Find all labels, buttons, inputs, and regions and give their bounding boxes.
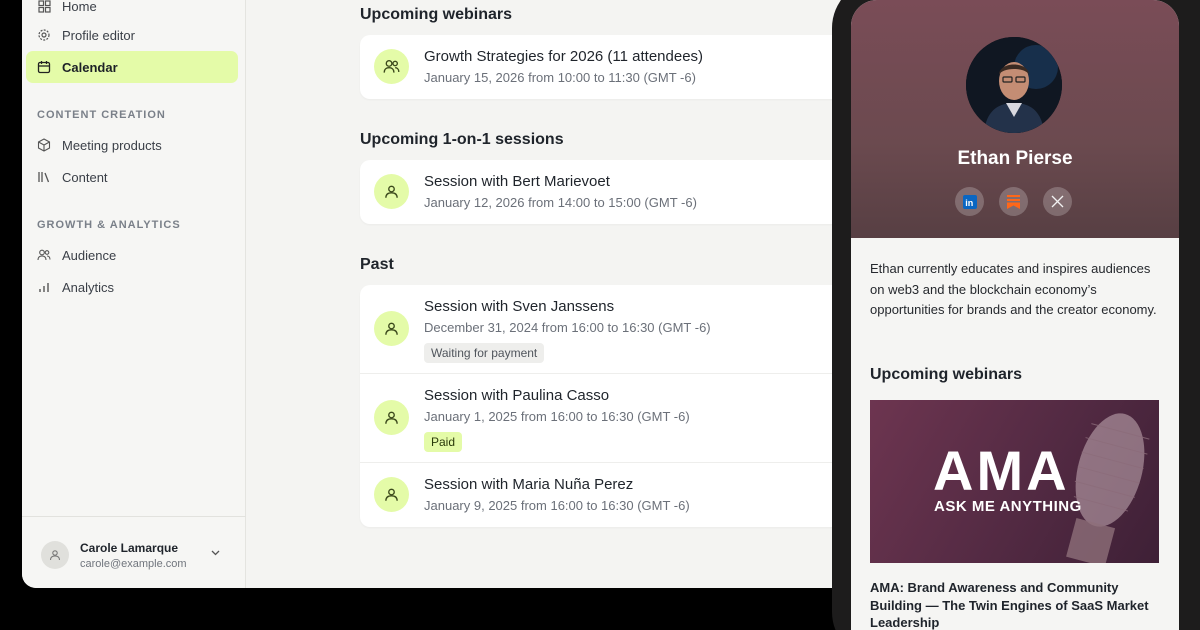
phone-webinars-title: Upcoming webinars xyxy=(870,366,1023,383)
sidebar-item-analytics[interactable]: Analytics xyxy=(26,271,238,303)
sidebar-item-label: Analytics xyxy=(62,279,115,295)
section-growth-analytics: GROWTH & ANALYTICS xyxy=(37,219,181,231)
user-icon xyxy=(374,400,409,435)
user-name: Carole Lamarque xyxy=(80,541,179,555)
user-menu[interactable]: Carole Lamarque carole@example.com xyxy=(22,516,246,588)
phone-screen: Ethan Pierse in Ethan currently educates… xyxy=(851,0,1179,630)
webinar-image-title: AMA xyxy=(933,439,1070,502)
item-time: January 9, 2025 from 16:00 to 16:30 (GMT… xyxy=(424,498,690,513)
profile-name: Ethan Pierse xyxy=(957,148,1073,169)
library-icon xyxy=(37,170,51,184)
sidebar-item-label: Home xyxy=(62,0,97,14)
user-icon xyxy=(374,477,409,512)
avatar xyxy=(41,541,69,569)
users-icon xyxy=(374,49,409,84)
users-icon xyxy=(37,248,51,262)
list-item[interactable]: Session with Bert Marievoet January 12, … xyxy=(360,160,860,224)
user-icon xyxy=(374,174,409,209)
user-icon xyxy=(374,311,409,346)
list-item[interactable]: Session with Sven Janssens December 31, … xyxy=(360,285,860,374)
user-icon xyxy=(49,550,61,561)
list-item[interactable]: Growth Strategies for 2026 (11 attendees… xyxy=(360,35,860,99)
chevron-down-icon[interactable] xyxy=(210,547,221,558)
item-time: January 12, 2026 from 14:00 to 15:00 (GM… xyxy=(424,195,697,210)
upcoming-sessions-title: Upcoming 1-on-1 sessions xyxy=(360,131,564,148)
x-icon[interactable] xyxy=(1043,187,1072,216)
item-time: December 31, 2024 from 16:00 to 16:30 (G… xyxy=(424,320,711,335)
upcoming-webinars-title: Upcoming webinars xyxy=(360,6,513,23)
webinar-cover-image[interactable]: AMA ASK ME ANYTHING xyxy=(870,400,1159,563)
sidebar-item-calendar[interactable]: Calendar xyxy=(26,51,238,83)
sessions-card: Session with Bert Marievoet January 12, … xyxy=(360,160,860,224)
sidebar-item-profile-editor[interactable]: Profile editor xyxy=(26,19,238,51)
substack-icon[interactable] xyxy=(999,187,1028,216)
sidebar-item-audience[interactable]: Audience xyxy=(26,239,238,271)
svg-text:in: in xyxy=(965,198,973,208)
past-card: Session with Sven Janssens December 31, … xyxy=(360,285,860,527)
sidebar-item-label: Profile editor xyxy=(62,27,135,43)
webinar-image-subtitle: ASK ME ANYTHING xyxy=(934,498,1082,515)
sidebar-item-meeting-products[interactable]: Meeting products xyxy=(26,129,238,161)
sidebar: Home Profile editor Calendar CONTENT CRE… xyxy=(22,0,246,588)
sidebar-item-label: Calendar xyxy=(62,59,118,75)
sidebar-item-label: Content xyxy=(62,169,108,185)
profile-header: Ethan Pierse in xyxy=(851,0,1179,238)
calendar-icon xyxy=(37,60,51,74)
bar-chart-icon xyxy=(37,280,51,294)
sidebar-item-content[interactable]: Content xyxy=(26,161,238,193)
item-title: Growth Strategies for 2026 (11 attendees… xyxy=(424,48,704,65)
item-time: January 15, 2026 from 10:00 to 11:30 (GM… xyxy=(424,70,696,85)
gear-icon xyxy=(37,28,51,42)
past-title: Past xyxy=(360,256,394,273)
user-email: carole@example.com xyxy=(80,558,187,570)
sidebar-item-label: Meeting products xyxy=(62,137,162,153)
status-badge: Paid xyxy=(424,432,463,452)
webinar-title[interactable]: AMA: Brand Awareness and Community Build… xyxy=(870,579,1162,630)
webinars-card: Growth Strategies for 2026 (11 attendees… xyxy=(360,35,860,99)
status-badge: Waiting for payment xyxy=(424,343,545,363)
sidebar-item-label: Audience xyxy=(62,247,117,263)
box-icon xyxy=(37,138,51,152)
item-title: Session with Paulina Casso xyxy=(424,387,610,404)
item-time: January 1, 2025 from 16:00 to 16:30 (GMT… xyxy=(424,409,690,424)
linkedin-icon[interactable]: in xyxy=(955,187,984,216)
profile-avatar xyxy=(966,37,1062,133)
list-item[interactable]: Session with Maria Nuña Perez January 9,… xyxy=(360,463,860,527)
main-content: Upcoming webinars Growth Strategies for … xyxy=(246,0,922,588)
item-title: Session with Sven Janssens xyxy=(424,298,615,315)
item-title: Session with Bert Marievoet xyxy=(424,173,610,190)
profile-bio: Ethan currently educates and inspires au… xyxy=(870,261,1157,317)
section-content-creation: CONTENT CREATION xyxy=(37,109,166,121)
list-item[interactable]: Session with Paulina Casso January 1, 20… xyxy=(360,374,860,463)
app-window: Home Profile editor Calendar CONTENT CRE… xyxy=(22,0,922,588)
item-title: Session with Maria Nuña Perez xyxy=(424,476,634,493)
grid-icon xyxy=(37,0,51,13)
